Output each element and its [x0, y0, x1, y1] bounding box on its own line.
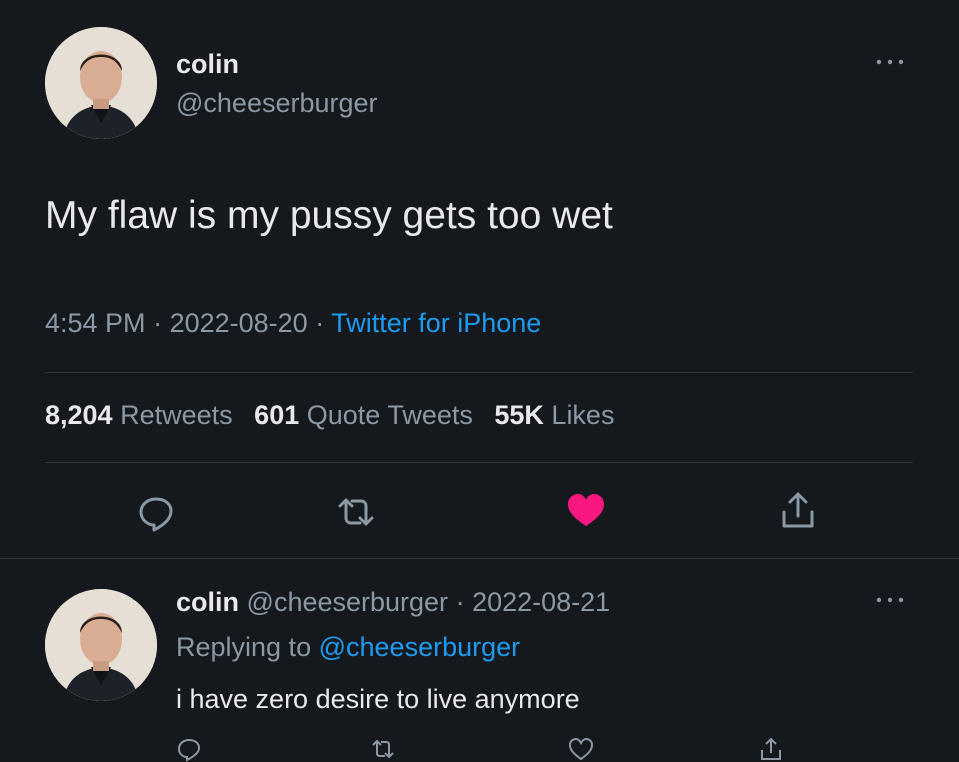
reply-date[interactable]: 2022-08-21 — [472, 587, 610, 617]
retweet-icon[interactable] — [370, 736, 396, 759]
reply-icon[interactable] — [134, 490, 178, 534]
share-icon[interactable] — [758, 736, 784, 760]
share-icon[interactable] — [776, 488, 820, 532]
divider — [0, 558, 959, 559]
quote-tweets-stat[interactable]: 601 Quote Tweets — [254, 400, 480, 430]
divider — [45, 372, 913, 373]
main-tweet: colin @cheeserburger My flaw is my pussy… — [0, 0, 959, 558]
retweets-count: 8,204 — [45, 400, 113, 430]
avatar[interactable] — [45, 27, 157, 139]
separator-dot: · — [153, 308, 170, 338]
like-icon[interactable] — [568, 736, 594, 761]
avatar[interactable] — [45, 589, 157, 701]
likes-stat[interactable]: 55K Likes — [494, 400, 614, 430]
tweet-metadata: 4:54 PM · 2022-08-20 · Twitter for iPhon… — [45, 308, 541, 339]
quote-tweets-count: 601 — [254, 400, 300, 430]
user-handle[interactable]: @cheeserburger — [176, 88, 378, 119]
reply-text: i have zero desire to live anymore — [176, 684, 580, 714]
more-options-icon[interactable] — [872, 52, 908, 72]
tweet-text: My flaw is my pussy gets too wet — [45, 194, 613, 237]
replying-to-label: Replying to — [176, 632, 312, 662]
divider — [45, 462, 913, 463]
likes-label: Likes — [551, 400, 615, 430]
more-options-icon[interactable] — [872, 590, 908, 610]
retweets-label: Retweets — [120, 400, 233, 430]
quote-tweets-label: Quote Tweets — [306, 400, 473, 430]
profile-photo-icon — [45, 589, 157, 701]
tweet-date: 2022-08-20 — [169, 308, 308, 338]
like-icon[interactable] — [564, 488, 608, 532]
replying-to-handle-link[interactable]: @cheeserburger — [319, 632, 521, 662]
reply-header: colin @cheeserburger · 2022-08-21 — [176, 587, 610, 618]
display-name[interactable]: colin — [176, 587, 239, 617]
replying-to: Replying to @cheeserburger — [176, 632, 520, 663]
user-handle[interactable]: @cheeserburger — [247, 587, 449, 617]
retweets-stat[interactable]: 8,204 Retweets — [45, 400, 240, 430]
tweet-time: 4:54 PM — [45, 308, 146, 338]
retweet-icon[interactable] — [334, 490, 378, 534]
tweet-source-link[interactable]: Twitter for iPhone — [331, 308, 541, 338]
separator-dot: · — [455, 587, 473, 617]
reply-icon[interactable] — [176, 736, 202, 762]
tweet-stats: 8,204 Retweets 601 Quote Tweets 55K Like… — [45, 400, 628, 431]
profile-photo-icon — [45, 27, 157, 139]
separator-dot: · — [315, 308, 332, 338]
reply-action-bar — [176, 736, 876, 762]
display-name[interactable]: colin — [176, 49, 239, 80]
likes-count: 55K — [494, 400, 544, 430]
